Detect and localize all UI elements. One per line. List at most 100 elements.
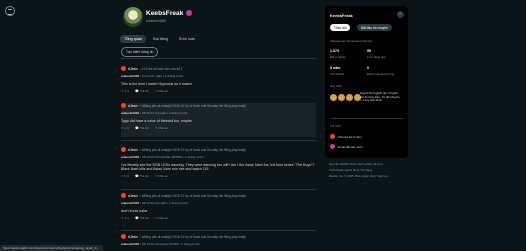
post-title[interactable]: • Willing pits at straight 2016 X1 by of… (140, 235, 247, 239)
profile-tabs: Tổng quan Bài đăng Bình luận (120, 35, 199, 43)
share-label: Chia sẻ (157, 174, 168, 178)
list-item[interactable]: r/Jeon • Willing pits at straight 2016 X1… (121, 147, 316, 178)
comment-body: I've literally see the RGB LEDs dancing.… (121, 163, 315, 171)
vote-count: 1 (124, 126, 127, 130)
trophy-list[interactable] (330, 94, 361, 101)
comment-body: This is the time I watch Hypnosis as it … (121, 82, 192, 86)
reddit-age-label: Tuổi Reddit (330, 72, 345, 76)
reply-label: Trả lời (139, 174, 149, 178)
post-title[interactable]: • 1:02 trả lời luận văn của tôi 1 (140, 67, 183, 71)
vote-count: 1 (124, 216, 127, 220)
reply-label: Trả lời (139, 89, 149, 93)
list-item[interactable]: r/Jeon • Willing pits at straight 2016 X1… (121, 103, 316, 137)
footer-links[interactable]: Quy tắc Reddit Chính sách quyền riêng tư (329, 162, 383, 166)
follow-button[interactable]: Theo dõi (330, 24, 351, 31)
post-title[interactable]: • Willing pits at straight 2016 X1 by of… (140, 104, 247, 108)
comment-meta: • 8d trả lời ngăn • 1 tháng trước (140, 74, 184, 78)
upvote-icon[interactable]: ⇧ 1 ⇩ (121, 174, 129, 178)
subreddit-name[interactable]: r/Jeon (128, 148, 138, 152)
subreddit-icon (121, 193, 126, 198)
create-feed-button[interactable]: Tạo thêm bảng tin (121, 47, 159, 57)
subreddit-name[interactable]: r/Jeon (128, 235, 138, 239)
settings-section-title: TỪ CỜI (330, 124, 341, 128)
reply-button[interactable]: 💬 Trả lời (135, 216, 148, 220)
divider (330, 118, 403, 119)
club-icon (330, 134, 335, 139)
verified-email-badge: Email đã xác minh (330, 144, 363, 149)
author-name[interactable]: ankeval1000 (121, 155, 139, 159)
more-icon[interactable]: ··· (174, 126, 177, 130)
active-in-value: 0 (367, 66, 369, 70)
divider (121, 58, 316, 59)
profile-sidebar: KeebsFreak ⋯ Theo dõi Bắt đầu trò chuyện… (325, 6, 408, 158)
more-icon[interactable]: ··· (174, 89, 177, 93)
badge-label: Email đã xác minh (338, 144, 363, 149)
subreddit-icon (121, 103, 126, 108)
contributions-value: 55 (367, 49, 371, 53)
reply-button[interactable]: 💬 Trả lời (135, 89, 148, 93)
subreddit-icon (121, 147, 126, 152)
menu-icon[interactable] (5, 6, 15, 16)
trophy-icon (330, 94, 337, 101)
footer-copyright: Reddit, Inc. © 2025. Bảo quyền được bảo … (329, 174, 389, 178)
more-icon[interactable]: ··· (174, 216, 177, 220)
start-chat-button[interactable]: Bắt đầu trò chuyện (357, 24, 392, 31)
author-name[interactable]: ankeval1000 (121, 201, 139, 205)
share-button[interactable]: ↗ Chia sẻ (154, 89, 168, 93)
email-icon (330, 144, 335, 149)
profile-description: Vietnamese Developing Service (330, 39, 373, 43)
tab-posts[interactable]: Bài đăng (149, 35, 172, 43)
profile-name: KeebsFreak (146, 10, 193, 17)
share-button[interactable]: ↗ Chia sẻ (154, 174, 168, 178)
tab-comments[interactable]: Bình luận (175, 35, 199, 43)
reply-label: Trả lời (139, 216, 149, 220)
subreddit-icon (121, 66, 126, 71)
trophy-summary[interactable]: Người Khởi giành giả, Chuyên thủ thương … (360, 91, 402, 103)
vote-count: 1 (124, 89, 127, 93)
sidebar-title: KeebsFreak (330, 13, 353, 18)
more-icon[interactable]: ⋯ (397, 11, 404, 18)
divider (121, 140, 316, 141)
karma-value: 1.673 (330, 49, 339, 53)
subreddit-icon (121, 234, 126, 239)
subreddit-name[interactable]: r/Jeon (128, 67, 138, 71)
reply-button[interactable]: 💬 Trả lời (135, 126, 148, 130)
post-title[interactable]: • Willing pits at straight 2016 X1 by of… (140, 148, 247, 152)
trophy-icon (346, 94, 353, 101)
upvote-icon[interactable]: ⇧ 1 ⇩ (121, 216, 129, 220)
share-button[interactable]: ↗ Chia sẻ (154, 126, 168, 130)
reddit-age-value: 5 năm (330, 66, 341, 70)
author-name[interactable]: ankeval1000 (121, 242, 139, 246)
author-name[interactable]: ankeval1000 (121, 74, 139, 78)
tab-overview[interactable]: Tổng quan (120, 35, 147, 43)
trophy-icon (338, 94, 345, 101)
subreddit-name[interactable]: r/Jeon (128, 104, 138, 108)
author-name[interactable]: ankeval1000 (121, 111, 139, 115)
comment-body: don't know haha (121, 209, 148, 213)
trophy-section-title: Huy hiệu (330, 84, 342, 88)
comment-body: Tyga did have a voice of blessed too, ma… (121, 119, 192, 123)
divider (121, 189, 316, 190)
list-item[interactable]: r/Jeon • Willing pits at straight 2016 X1… (121, 234, 316, 246)
reply-button[interactable]: 💬 Trả lời (135, 174, 148, 178)
post-title[interactable]: • Willing pits at straight 2016 X1 by of… (140, 194, 247, 198)
comment-meta: • 08:14 trả lời ngăn • 1 tháng trước (140, 201, 188, 205)
divider (121, 230, 316, 231)
contributions-label: Lượt đóng góp (367, 55, 386, 59)
upvote-icon[interactable]: ⇧ 1 ⇩ (121, 89, 129, 93)
profile-handle: u/ekebrel888 (146, 19, 166, 23)
upvote-icon[interactable]: ⇧ 1 ⇩ (121, 126, 129, 130)
reply-label: Trả lời (139, 126, 149, 130)
status-url: https://www.reddit.com/r/Jeon/comments/1… (0, 245, 103, 251)
list-item[interactable]: r/Jeon • 1:02 trả lời luận văn của tôi 1 … (121, 66, 316, 93)
share-button[interactable]: ↗ Chia sẻ (154, 216, 168, 220)
share-label: Chia sẻ (157, 216, 168, 220)
more-icon[interactable]: ··· (174, 174, 177, 178)
subreddit-name[interactable]: r/Jeon (128, 194, 138, 198)
karma-label: Điểm nghiệp (330, 55, 346, 59)
list-item[interactable]: r/Jeon • Willing pits at straight 2016 X1… (121, 193, 316, 220)
share-label: Chia sẻ (157, 126, 168, 130)
active-in-label: Đang hoạt động trong (367, 72, 395, 76)
share-label: Chia sẻ (157, 89, 168, 93)
footer-links[interactable]: Thỏa thuận người dùng Trợ năng (329, 168, 372, 172)
